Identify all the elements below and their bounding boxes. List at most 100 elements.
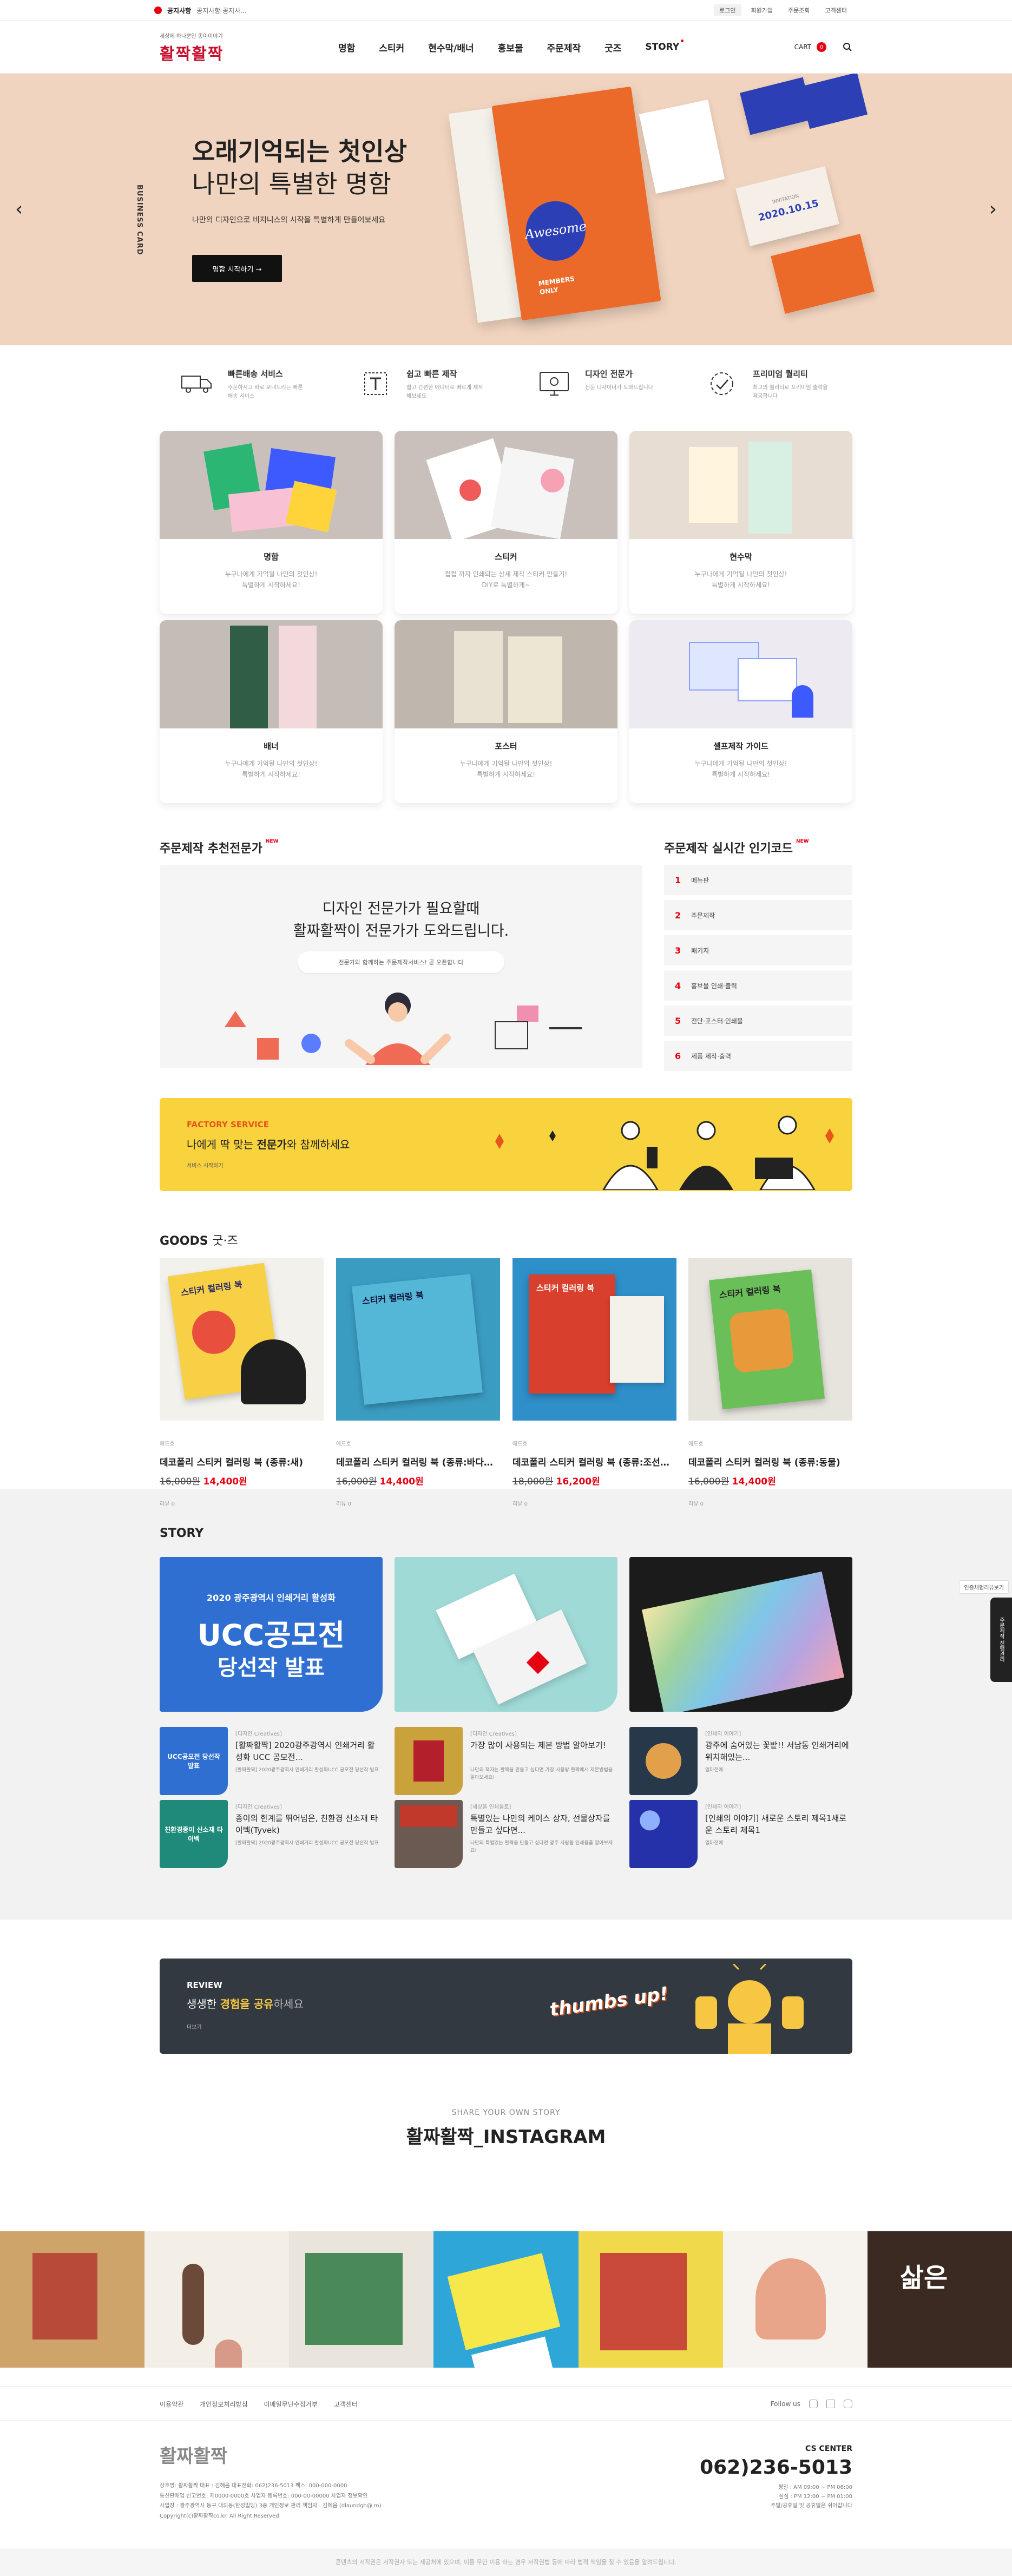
join-link[interactable]: 회원가입 (746, 4, 778, 16)
hero-card-blue-2 (799, 74, 868, 129)
story-item-title: [활짜활짝] 2020광주광역시 인쇄거리 활성화 UCC 공모전... (235, 1740, 375, 1762)
notice-text[interactable]: 공지사항 공지사... (196, 6, 247, 15)
story-list-item[interactable]: [인쇄의 이야기] [인쇄의 이야기] 새로운 스토리 제목1새로운 스토리 제… (629, 1800, 852, 1870)
footer-link-privacy[interactable]: 개인정보처리방침 (200, 2400, 247, 2409)
story-item-desc: 나만의 책자는 활짝을 만들고 싶다면 가장 사용량 활짝에서 제본방법을 알아… (470, 1767, 613, 1780)
story-list-item[interactable]: [세상을 인쇄물로] 특별있는 나만의 케이스 상자, 선물상자를 만들고 싶다… (395, 1800, 617, 1870)
goods-item[interactable]: 스티커 컬러링 북 에드호 데코폴리 스티커 컬러링 북 (종류:새) 16,0… (160, 1258, 324, 1507)
ranking-item[interactable]: 3 패키지 (664, 935, 852, 965)
category-card-poster[interactable]: 포스터 누구나에게 기억될 나만의 첫인상! 특별하게 시작하세요! (395, 620, 617, 803)
notice-area[interactable]: 공지사항 공지사항 공지사... (154, 0, 247, 21)
story-feature-cards[interactable] (395, 1557, 617, 1712)
factory-banner[interactable]: FACTORY SERVICE 나에게 딱 맞는 전문가와 참께하세요 서비스 … (160, 1098, 852, 1191)
category-card-placard[interactable]: 현수막 누구나에게 기억될 나만의 첫인상! 특별하게 시작하세요! (629, 431, 852, 614)
utility-links: 로그인 회원가입 주문조회 고객센터 (714, 0, 852, 21)
goods-sale-price: 14,400원 (732, 1476, 776, 1487)
cart-label[interactable]: CART (794, 43, 811, 51)
review-more[interactable]: 더보기 (187, 2022, 202, 2030)
factory-text-bold: 전문가 (257, 1138, 287, 1151)
footer-link-terms[interactable]: 이용약관 (160, 2400, 183, 2409)
side-tooltip: 인증체험리뷰보기 (959, 1580, 1009, 1594)
nav-item-story[interactable]: STORY (645, 40, 684, 52)
instagram-title: 활짜활짝_INSTAGRAM (406, 2126, 606, 2148)
reco-headline: 디자인 전문가가 필요할때 활짜활짝이 전문가가 도와드립니다. (160, 898, 642, 942)
new-dot-icon (681, 40, 684, 42)
nav-item-promo[interactable]: 홍보물 (498, 41, 523, 54)
login-link[interactable]: 로그인 (714, 4, 741, 16)
category-card-sticker[interactable]: 스티커 컵컵 까지 인쇄되는 상세 제작 스티커 만들기! DIY로 특별하게~ (395, 431, 617, 614)
story-list-item[interactable]: UCC공모전 당선작 발표 [디자인 Creatives] [활짜활짝] 202… (160, 1727, 383, 1797)
category-card-business-card[interactable]: 명함 누구나에게 기억될 나만의 첫인상! 특별하게 시작하세요! (160, 431, 383, 614)
category-desc-line2: 특별하게 시작하세요! (712, 771, 770, 779)
hero-start-button[interactable]: 명함 시작하기 → (192, 255, 282, 282)
customer-center-link[interactable]: 고객센터 (820, 4, 852, 16)
footer-nav: 이용약관 개인정보처리방침 이메일무단수집거부 고객센터 Follow us (0, 2386, 1012, 2421)
review-banner[interactable]: REVIEW 생생한 경험을 공유하세요 더보기 thumbs up! (160, 1959, 852, 2054)
nav-item-sticker[interactable]: 스티커 (379, 41, 404, 54)
goods-title: GOODS 굿·즈 (160, 1231, 238, 1248)
category-desc: 컵컵 까지 인쇄되는 상세 제작 스티커 만들기! DIY로 특별하게~ (395, 569, 617, 591)
story-feature-swatches[interactable] (629, 1557, 852, 1712)
cover-text: 스티커 컬러링 북 (362, 1290, 424, 1307)
instagram-photo[interactable] (0, 2231, 145, 2368)
goods-item[interactable]: 스티커 컬러링 북 에드호 데코폴리 스티커 컬러링 북 (종류:조선왕... … (512, 1258, 676, 1507)
story-feature-ucc[interactable]: 2020 광주광역시 인쇄거리 활성화 UCC공모전 당선작 발표 (160, 1557, 383, 1712)
factory-sub[interactable]: 서비스 시작하기 (187, 1161, 224, 1169)
instagram-photo[interactable] (433, 2231, 579, 2368)
goods-item[interactable]: 스티커 컬러링 북 에드호 데코폴리 스티커 컬러링 북 (종류:동물) 16,… (688, 1258, 852, 1507)
ranking-item[interactable]: 4 홍보물 인쇄·출력 (664, 970, 852, 1001)
story-item-desc: [활짜활짝] 2020광주광역시 인쇄거리 활성화UCC 공모전 당선작 발표 (235, 1767, 379, 1773)
designer-illustration (225, 993, 582, 1065)
reco-title: 주문제작 추천전문가NEW (160, 839, 278, 856)
instagram-photo[interactable]: 삶은여행 (867, 2231, 1012, 2368)
rank-number: 1 (675, 875, 681, 885)
site-logo[interactable]: 세상에 하나뿐인 종이이야기 활짝활짝 (160, 31, 257, 64)
nav-item-custom[interactable]: 주문제작 (547, 41, 581, 54)
instagram-photo[interactable] (722, 2231, 868, 2368)
youtube-icon[interactable] (844, 2400, 852, 2408)
ranking-item[interactable]: 1 메뉴판 (664, 865, 852, 895)
factory-label: FACTORY SERVICE (187, 1120, 269, 1129)
category-desc-line1: 누구나에게 기억될 나만의 첫인상! (459, 760, 553, 767)
order-lookup-link[interactable]: 주문조회 (783, 4, 815, 16)
story-list-item[interactable]: [디자인 Creatives] 가장 많이 사용되는 제본 방법 알아보기! 나… (395, 1727, 617, 1797)
ranking-item[interactable]: 5 전단·포스터·인쇄물 (664, 1006, 852, 1036)
goods-item[interactable]: 스티커 컬러링 북 에드호 데코폴리 스티커 컬러링 북 (종류:바다생... … (336, 1258, 500, 1507)
reco-pill[interactable]: 전문가와 함께하는 주문제작서비스! 곧 오픈합니다 (298, 951, 504, 973)
story-list-item[interactable]: [인쇄의 이야기] 광주에 숨어있는 꽃밭!! 서남동 인쇄거리에 위치해있는.… (629, 1727, 852, 1797)
goods-title-light: 굿·즈 (212, 1234, 238, 1248)
blog-icon[interactable] (826, 2400, 835, 2408)
category-card-self-guide[interactable]: 셀프제작 가이드 누구나에게 기억될 나만의 첫인상! 특별하게 시작하세요! (629, 620, 852, 803)
nav-item-business-card[interactable]: 명함 (338, 41, 355, 54)
story-item-title: 가장 많이 사용되는 제본 방법 알아보기! (470, 1740, 606, 1750)
story-item-desc: [활짜활짝] 2020광주광역시 인쇄거리 활성화UCC 공모전 당선작 발표 (235, 1841, 379, 1846)
side-floating-badge[interactable]: 주문제작 진행관리 (990, 1598, 1012, 1682)
search-icon[interactable] (843, 42, 852, 52)
instagram-photo[interactable] (289, 2231, 434, 2368)
hero-next-arrow-icon[interactable]: › (989, 198, 997, 220)
nav-item-banner[interactable]: 현수막/배너 (428, 41, 474, 54)
goods-price: 16,000원 14,400원 (688, 1474, 852, 1487)
ranking-item[interactable]: 2 주문제작 (664, 900, 852, 930)
hero-prev-arrow-icon[interactable]: ‹ (15, 198, 23, 220)
story-item-title: [인쇄의 이야기] 새로운 스토리 제목1새로운 스토리 제목1 (705, 1813, 847, 1835)
rank-number: 5 (675, 1015, 681, 1026)
goods-price: 18,000원 16,200원 (512, 1474, 676, 1487)
goods-category: 에드호 (512, 1441, 528, 1447)
instagram-photo[interactable] (144, 2231, 290, 2368)
instagram-icon[interactable] (809, 2400, 818, 2408)
text-tool-icon (354, 363, 397, 405)
category-card-banner[interactable]: 배너 누구나에게 기억될 나만의 첫인상! 특별하게 시작하세요! (160, 620, 383, 803)
rank-label: 전단·포스터·인쇄물 (691, 1017, 743, 1025)
story-item-desc: 나만의 특별있는 활짝을 만들고 싶다면 광주 사람들 인쇄용품 알아보세요! (470, 1841, 613, 1854)
footer-link-email-refuse[interactable]: 이메일무단수집거부 (264, 2400, 318, 2409)
footer-link-cs[interactable]: 고객센터 (334, 2400, 358, 2409)
story-item-desc: 얼마전에 (705, 1767, 724, 1773)
review-label: REVIEW (187, 1980, 222, 1990)
reco-banner[interactable]: 디자인 전문가가 필요할때 활짜활짝이 전문가가 도와드립니다. 전문가와 함께하… (160, 865, 642, 1068)
story-list-item[interactable]: 친환경종이 신소재 타이벡 [디자인 Creatives] 종이의 한계를 뛰어… (160, 1800, 383, 1870)
nav-item-goods[interactable]: 굿즈 (604, 41, 621, 54)
instagram-photo[interactable] (578, 2231, 723, 2368)
goods-name: 데코폴리 스티커 컬러링 북 (종류:동물) (688, 1457, 840, 1468)
hero-card-text-2: MEMBERS ONLY (537, 274, 575, 296)
